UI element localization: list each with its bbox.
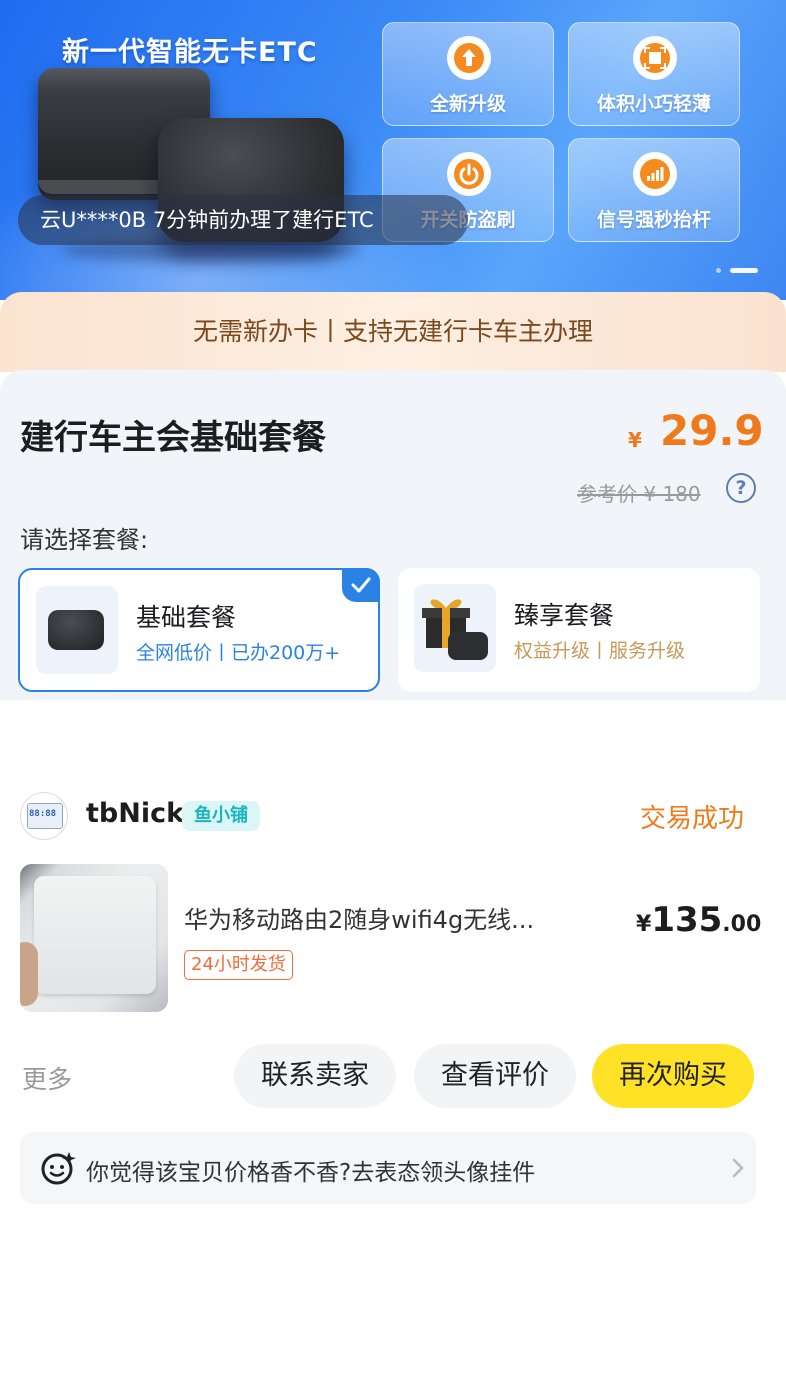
feature-label: 体积小巧轻薄 <box>596 93 711 115</box>
package-option-basic[interactable]: 基础套餐 全网低价丨已办200万+ <box>18 568 380 692</box>
product-price: ¥135.00 <box>636 900 761 940</box>
package-thumb <box>36 586 118 674</box>
shop-badge: 鱼小铺 <box>182 801 260 831</box>
feature-label: 全新升级 <box>429 93 506 115</box>
avatar[interactable]: 88:88 <box>20 792 68 840</box>
router-image <box>34 876 156 994</box>
price-currency: ¥ <box>636 912 652 937</box>
carousel-dot <box>716 268 721 273</box>
buy-again-button[interactable]: 再次购买 <box>592 1044 754 1108</box>
package-title: 建行车主会基础套餐 <box>20 418 326 458</box>
help-icon[interactable]: ? <box>726 473 756 503</box>
hand-image <box>20 942 38 1006</box>
arrow-up-icon <box>447 36 491 80</box>
product-image[interactable] <box>20 864 168 1012</box>
more-button[interactable]: 更多 <box>22 1060 72 1096</box>
price-survey-banner[interactable]: 你觉得该宝贝价格香不香?去表态领头像挂件 <box>20 1132 756 1204</box>
package-card: 建行车主会基础套餐 ¥ 29.9 参考价 ¥ 180 ? 请选择套餐: 基础套餐… <box>0 370 786 700</box>
signal-bars-icon <box>633 152 677 196</box>
shipping-tag: 24小时发货 <box>184 950 293 980</box>
seller-nickname[interactable]: tbNick <box>86 798 184 829</box>
tip-text: 无需新办卡丨支持无建行卡车主办理 <box>192 317 593 346</box>
product-name[interactable]: 华为移动路由2随身wifi4g无线... <box>184 900 604 935</box>
tip-bar: 无需新办卡丨支持无建行卡车主办理 <box>0 292 786 372</box>
package-option-name: 基础套餐 <box>136 603 237 632</box>
carousel-dot-active <box>730 268 758 273</box>
package-option-sub: 权益升级丨服务升级 <box>514 640 686 662</box>
feature-label: 信号强秒抬杆 <box>596 209 711 231</box>
choose-package-label: 请选择套餐: <box>20 526 149 554</box>
chevron-right-icon <box>732 1158 744 1182</box>
avatar-text: 88:88 <box>29 809 57 819</box>
order-status: 交易成功 <box>640 804 745 834</box>
survey-text: 你觉得该宝贝价格香不香?去表态领头像挂件 <box>86 1160 536 1186</box>
package-option-name: 臻享套餐 <box>514 601 615 630</box>
package-price: 29.9 <box>660 406 764 455</box>
check-icon <box>342 568 380 602</box>
package-thumb <box>414 584 496 672</box>
feature-card-signal: 信号强秒抬杆 <box>568 138 740 242</box>
package-option-sub: 全网低价丨已办200万+ <box>136 642 341 664</box>
recent-activity-toast: 云U****0B 7分钟前办理了建行ETC <box>18 195 468 245</box>
page: 新一代智能无卡ETC 全新升级 体积小巧轻薄 开关防盗刷 信号强秒 <box>0 0 786 1398</box>
feature-card-upgrade: 全新升级 <box>382 22 554 126</box>
feature-card-compact: 体积小巧轻薄 <box>568 22 740 126</box>
power-icon <box>447 152 491 196</box>
square-frame-icon <box>633 36 677 80</box>
etc-device-icon <box>48 610 104 650</box>
price-currency: ¥ <box>628 428 642 452</box>
reference-price: 参考价 ¥ 180 <box>577 482 701 506</box>
smile-sparkle-icon <box>40 1150 76 1190</box>
promo-banner[interactable]: 新一代智能无卡ETC 全新升级 体积小巧轻薄 开关防盗刷 信号强秒 <box>0 0 786 300</box>
price-integer: 135 <box>651 900 723 940</box>
view-review-button[interactable]: 查看评价 <box>414 1044 576 1108</box>
package-option-premium[interactable]: 臻享套餐 权益升级丨服务升级 <box>398 568 760 692</box>
contact-seller-button[interactable]: 联系卖家 <box>234 1044 396 1108</box>
banner-title: 新一代智能无卡ETC <box>62 37 318 68</box>
price-decimal: .00 <box>722 912 762 937</box>
gift-box-icon <box>422 599 488 660</box>
